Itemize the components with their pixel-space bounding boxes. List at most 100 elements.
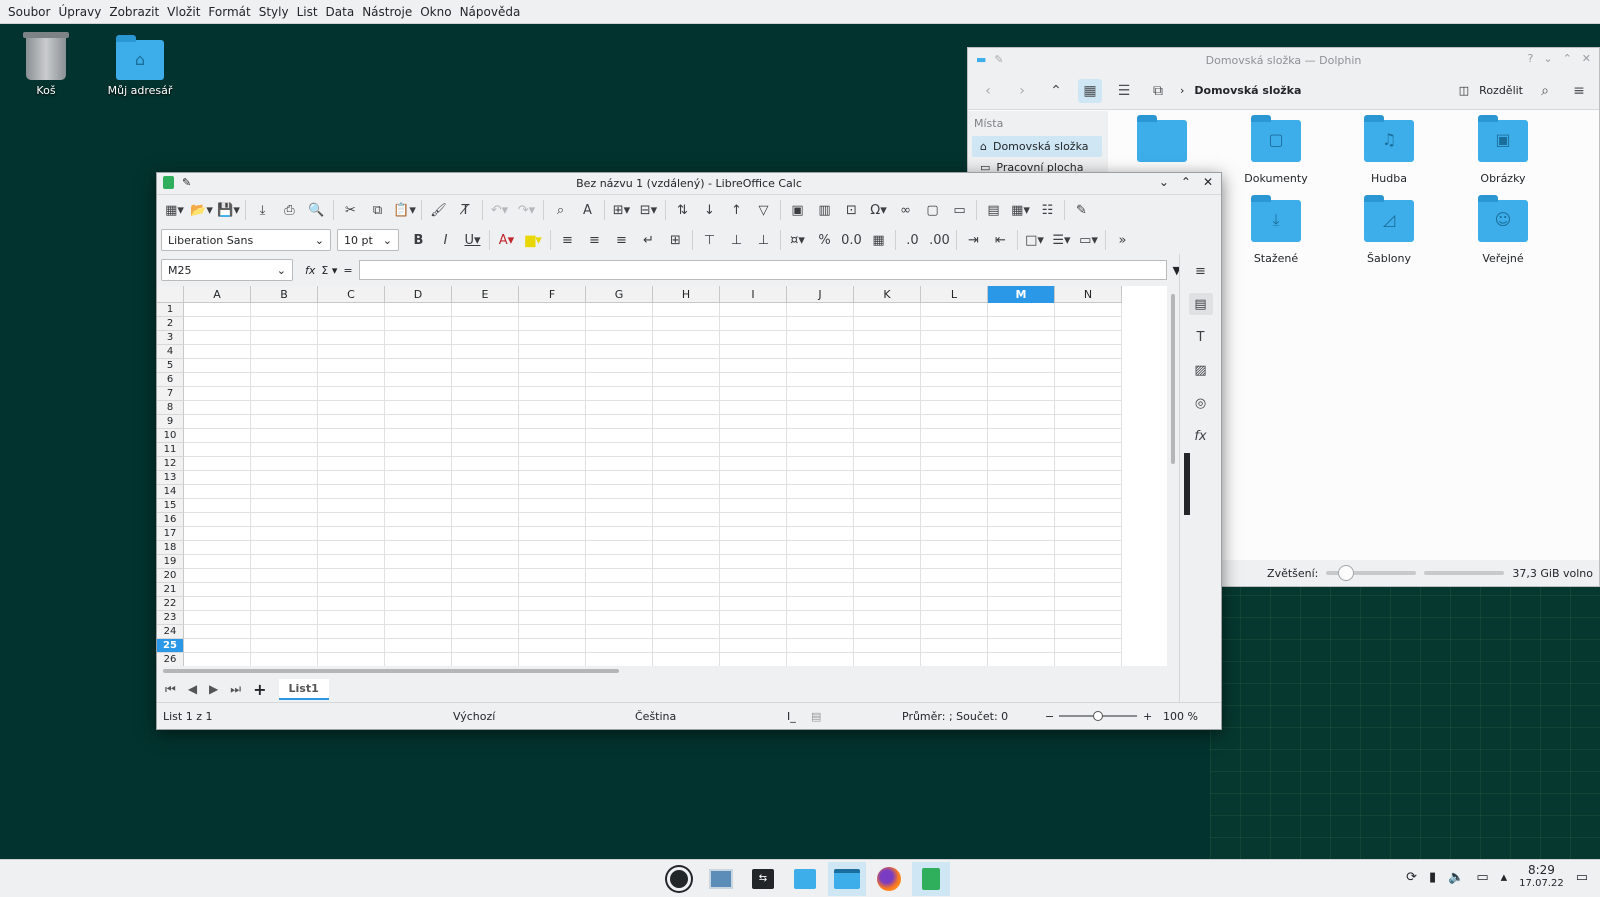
cell[interactable] xyxy=(318,317,385,331)
cell[interactable] xyxy=(988,555,1055,569)
cell[interactable] xyxy=(385,457,452,471)
cell[interactable] xyxy=(653,373,720,387)
cell[interactable] xyxy=(184,387,251,401)
cell[interactable] xyxy=(921,303,988,317)
cell[interactable] xyxy=(251,499,318,513)
cell[interactable] xyxy=(653,625,720,639)
cell[interactable] xyxy=(251,457,318,471)
cell[interactable] xyxy=(586,513,653,527)
cell[interactable] xyxy=(854,597,921,611)
cell[interactable] xyxy=(586,387,653,401)
cell[interactable] xyxy=(653,527,720,541)
help-icon[interactable]: ? xyxy=(1528,52,1534,65)
print-icon[interactable]: ⎙ xyxy=(276,197,303,223)
column-header[interactable]: L xyxy=(921,286,988,303)
cell[interactable] xyxy=(854,583,921,597)
cell[interactable] xyxy=(519,513,586,527)
cell[interactable] xyxy=(988,485,1055,499)
cell[interactable] xyxy=(385,471,452,485)
cell[interactable] xyxy=(385,527,452,541)
row-header[interactable]: 22 xyxy=(157,597,184,611)
cell[interactable] xyxy=(586,457,653,471)
cell[interactable] xyxy=(452,457,519,471)
cell[interactable] xyxy=(787,569,854,583)
split-button[interactable]: Rozdělit xyxy=(1479,84,1523,97)
cell[interactable] xyxy=(385,303,452,317)
cell[interactable] xyxy=(318,611,385,625)
align-center-icon[interactable]: ≡ xyxy=(581,227,608,253)
status-page-style[interactable]: Výchozí xyxy=(453,710,495,723)
cell[interactable] xyxy=(385,485,452,499)
cell[interactable] xyxy=(787,359,854,373)
cell[interactable] xyxy=(519,597,586,611)
add-sheet-icon[interactable]: + xyxy=(253,680,266,699)
cell[interactable] xyxy=(519,345,586,359)
cell[interactable] xyxy=(921,625,988,639)
cut-icon[interactable]: ✂ xyxy=(337,197,364,223)
cell[interactable] xyxy=(1055,373,1122,387)
file-item-partial[interactable] xyxy=(1112,115,1212,162)
sort-ascending-icon[interactable]: ↓ xyxy=(696,197,723,223)
cell[interactable] xyxy=(921,555,988,569)
cell[interactable] xyxy=(184,485,251,499)
cell[interactable] xyxy=(452,653,519,666)
cell[interactable] xyxy=(921,527,988,541)
cell[interactable] xyxy=(251,597,318,611)
cell[interactable] xyxy=(586,639,653,653)
sort-icon[interactable]: ⇅ xyxy=(669,197,696,223)
cell[interactable] xyxy=(653,513,720,527)
cell[interactable] xyxy=(251,401,318,415)
row-header[interactable]: 5 xyxy=(157,359,184,373)
cell[interactable] xyxy=(318,639,385,653)
highlight-color-icon[interactable]: ▆▾ xyxy=(520,227,547,253)
cell[interactable] xyxy=(921,485,988,499)
cell[interactable] xyxy=(653,499,720,513)
cell[interactable] xyxy=(184,303,251,317)
cell[interactable] xyxy=(318,653,385,666)
cell[interactable] xyxy=(653,317,720,331)
minimize-icon[interactable]: ⌄ xyxy=(1543,52,1552,65)
paste-icon[interactable]: 📋▾ xyxy=(391,197,418,223)
cell[interactable] xyxy=(184,583,251,597)
cell[interactable] xyxy=(318,401,385,415)
cell[interactable] xyxy=(720,653,787,666)
column-header[interactable]: K xyxy=(854,286,921,303)
cell[interactable] xyxy=(720,485,787,499)
place-home[interactable]: ⌂ Domovská složka xyxy=(972,136,1102,157)
cell[interactable] xyxy=(921,583,988,597)
cell[interactable] xyxy=(586,611,653,625)
cell[interactable] xyxy=(720,317,787,331)
row-header[interactable]: 20 xyxy=(157,569,184,583)
cell[interactable] xyxy=(653,597,720,611)
cell[interactable] xyxy=(318,415,385,429)
cell[interactable] xyxy=(251,625,318,639)
cell[interactable] xyxy=(720,555,787,569)
firefox-icon[interactable] xyxy=(870,862,908,896)
device-icon[interactable]: ▮ xyxy=(1429,870,1436,885)
cell[interactable] xyxy=(184,653,251,666)
cell[interactable] xyxy=(251,429,318,443)
hyperlink-icon[interactable]: ∞ xyxy=(892,197,919,223)
cell[interactable] xyxy=(720,387,787,401)
cell[interactable] xyxy=(251,443,318,457)
zoom-slider[interactable] xyxy=(1326,565,1417,581)
cell[interactable] xyxy=(452,485,519,499)
row-header[interactable]: 12 xyxy=(157,457,184,471)
align-middle-icon[interactable]: ⊥ xyxy=(723,227,750,253)
row-header[interactable]: 19 xyxy=(157,555,184,569)
cell[interactable] xyxy=(653,457,720,471)
font-color-icon[interactable]: A▾ xyxy=(493,227,520,253)
cell[interactable] xyxy=(921,499,988,513)
cell[interactable] xyxy=(787,415,854,429)
cell[interactable] xyxy=(251,611,318,625)
cell[interactable] xyxy=(318,331,385,345)
cell[interactable] xyxy=(385,499,452,513)
cell[interactable] xyxy=(1055,485,1122,499)
vertical-scrollbar[interactable] xyxy=(1167,286,1179,666)
cell[interactable] xyxy=(988,345,1055,359)
network-icon[interactable]: ▭ xyxy=(1476,870,1488,885)
menu-7[interactable]: Data xyxy=(322,0,359,24)
cell[interactable] xyxy=(452,569,519,583)
cell[interactable] xyxy=(988,401,1055,415)
row-header[interactable]: 26 xyxy=(157,653,184,666)
